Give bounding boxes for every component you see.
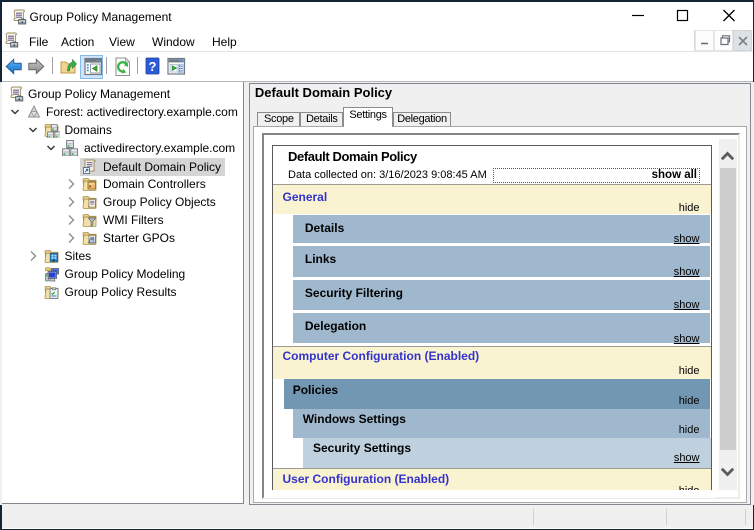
svg-text:?: ? bbox=[149, 59, 157, 74]
